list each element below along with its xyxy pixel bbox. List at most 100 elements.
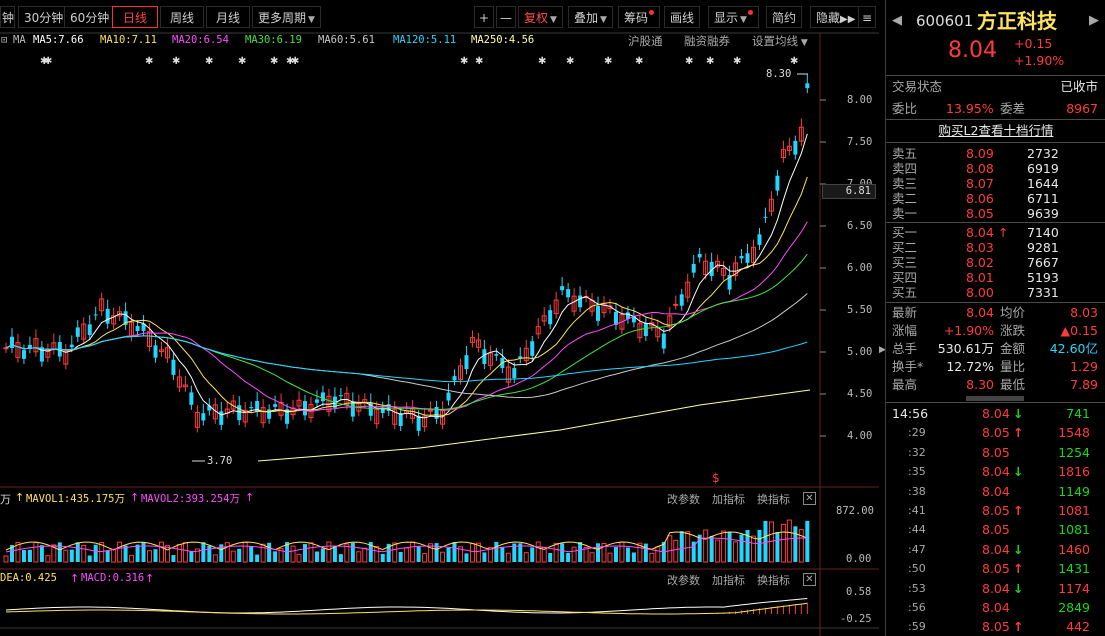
ma-legend: ⊡ MA MA5:7.66 MA10:7.11 MA20:6.54 MA30:6… xyxy=(0,34,820,48)
close-icon[interactable]: ✕ xyxy=(803,492,816,505)
margin-link[interactable]: 融资融券 xyxy=(684,34,730,48)
volume-bar xyxy=(189,550,194,562)
tick-price: 8.04 xyxy=(982,600,1010,615)
edit-params-link[interactable]: 改参数 xyxy=(667,491,700,507)
volume-bar xyxy=(709,535,714,562)
volume-bar xyxy=(314,551,319,562)
collapse-handle[interactable] xyxy=(966,396,1024,401)
volume-bar xyxy=(548,552,553,562)
dividend-marker-icon: $ xyxy=(712,471,720,485)
stat-label: 总手 xyxy=(892,341,918,356)
volume-bar xyxy=(589,552,595,563)
volume-bar xyxy=(332,546,337,562)
down-arrow-icon: ↓ xyxy=(1013,580,1024,596)
event-marker-icon: ✱ xyxy=(635,56,643,67)
candle-body xyxy=(9,336,14,349)
volume-bar xyxy=(607,552,613,563)
stat-value: 12.72% xyxy=(946,359,994,374)
volume-bar xyxy=(158,541,164,563)
bid-volume: 7331 xyxy=(1027,285,1059,300)
mavol1-label: MAVOL1:435.175万 xyxy=(26,493,126,505)
up-arrow-icon: ↑ xyxy=(245,491,255,504)
candle-body xyxy=(494,354,499,356)
up-arrow-icon: ↑ xyxy=(1013,619,1024,635)
tick-price: 8.04 xyxy=(982,464,1010,480)
candle-body xyxy=(697,253,702,258)
weibi-value: 13.95% xyxy=(946,101,994,116)
candle-body xyxy=(21,350,26,359)
ma250-line xyxy=(257,389,811,462)
candle-body xyxy=(398,413,403,426)
stat-label: 最低 xyxy=(1000,377,1026,392)
volume-bar xyxy=(303,544,307,562)
volume-bar xyxy=(703,529,709,563)
ma120-label: MA120:5.11 xyxy=(393,34,457,46)
candle-body xyxy=(135,326,140,332)
buy-l2-link[interactable]: 购买L2查看十档行情 xyxy=(939,123,1054,138)
switch-indicator-link[interactable]: 换指标 xyxy=(757,491,790,507)
volume-bar xyxy=(733,541,739,563)
l2-row: 购买L2查看十档行情 xyxy=(886,122,1105,140)
volume-unit: 万 xyxy=(0,493,11,506)
ma10-line xyxy=(5,176,808,416)
candle-body xyxy=(661,333,666,349)
ma60-line xyxy=(5,293,808,399)
close-icon[interactable]: ✕ xyxy=(803,573,816,586)
weibi-label: 委比 xyxy=(892,101,918,116)
hgt-link[interactable]: 沪股通 xyxy=(628,34,663,48)
price-tick: 6.00 xyxy=(847,262,873,274)
tick-volume: 1254 xyxy=(1058,444,1090,460)
ask-label: 卖一 xyxy=(892,206,918,221)
candle-body xyxy=(530,341,535,356)
tick-volume: 1081 xyxy=(1058,522,1090,538)
add-indicator-link[interactable]: 加指标 xyxy=(712,491,745,507)
down-arrow-icon: ↓ xyxy=(1013,406,1024,421)
cursor-price-label: 6.81 xyxy=(822,184,876,199)
volume-bar xyxy=(87,555,92,562)
event-marker-icon: ✱ xyxy=(733,56,741,67)
candle-body xyxy=(805,83,810,89)
volume-bar xyxy=(625,547,630,562)
add-indicator-link[interactable]: 加指标 xyxy=(712,572,745,588)
candle-body xyxy=(93,314,98,316)
candle-body xyxy=(153,345,158,358)
volume-bar xyxy=(207,545,212,562)
divider xyxy=(886,222,1105,223)
tick-row: :56 8.04 2849 xyxy=(886,599,1105,617)
candle-body xyxy=(673,303,679,306)
tick-row: 14:56 8.04 ↓ 741 xyxy=(886,405,1105,423)
kline-chart[interactable]: ✱✱ ✱ ✱ ✱ ✱ ✱ ✱✱ ✱ ✱ ✱ ✱ ✱ ✱ ✱ ✱ ✱ ✱$ xyxy=(0,0,879,636)
volume-bar xyxy=(21,550,26,562)
candle-body xyxy=(434,406,439,419)
volume-bar xyxy=(798,529,804,563)
volume-bar xyxy=(446,547,451,562)
tick-price: 8.05 xyxy=(982,503,1010,518)
next-stock-icon[interactable]: ▶ xyxy=(1089,8,1099,34)
volume-bar xyxy=(566,552,571,562)
volume-bar xyxy=(619,541,625,563)
price-tick: 6.50 xyxy=(847,220,873,232)
edit-params-link[interactable]: 改参数 xyxy=(667,572,700,588)
switch-indicator-link[interactable]: 换指标 xyxy=(757,572,790,588)
volume-bar xyxy=(164,545,170,563)
ma-settings-icon[interactable]: ⊡ xyxy=(1,34,7,46)
volume-panel-header: 万 ↑ MAVOL1:435.175万 ↑ MAVOL2:393.254万 ↑ … xyxy=(0,491,820,507)
volume-bar xyxy=(176,543,182,563)
event-marker-icon: ✱ xyxy=(566,56,574,67)
stat-value: 42.60亿 xyxy=(1049,341,1098,356)
candle-body xyxy=(320,392,325,402)
stat-label: 换手* xyxy=(892,359,924,374)
tick-time: :32 xyxy=(908,445,926,459)
tick-time: :44 xyxy=(908,523,926,537)
prev-stock-icon[interactable]: ◀ xyxy=(892,8,902,34)
ma20-label: MA20:6.54 xyxy=(172,34,229,46)
volume-bar xyxy=(805,520,810,562)
kline-chart-area[interactable]: ✱ ✱ ✱ ✱ ✱ ✱ ✱ ✱ ✱ ✱ ✱ ✱ ✱ ✱ ✱ ✱ ✱ ✱ ✱ $ xyxy=(0,0,879,636)
divider xyxy=(886,119,1105,120)
stat-row: 总手 530.61万 金额 42.60亿 xyxy=(886,340,1105,358)
set-ma-link[interactable]: 设置均线 xyxy=(752,34,798,48)
candle-body xyxy=(578,295,583,308)
up-arrow-icon: ↑ xyxy=(130,491,140,504)
tick-time: :47 xyxy=(908,542,926,556)
volume-bar xyxy=(212,554,218,563)
